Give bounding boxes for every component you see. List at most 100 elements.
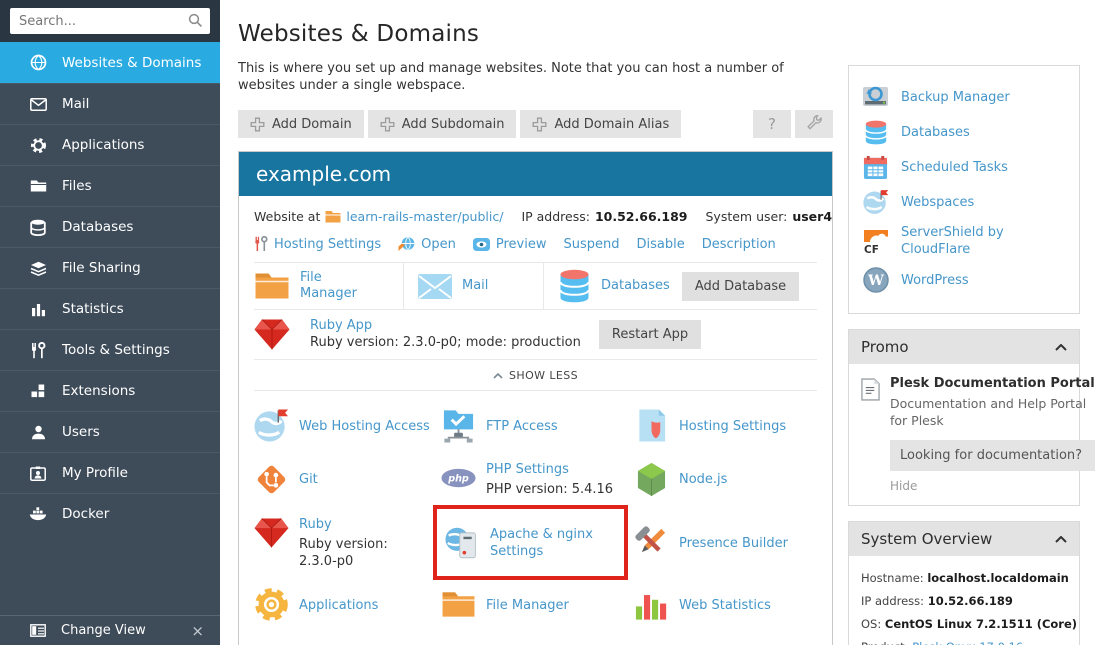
tool-file-manager[interactable]: File Manager — [441, 587, 634, 622]
suspend-label: Suspend — [564, 237, 620, 252]
tool-ftp-access[interactable]: FTP Access — [441, 408, 634, 443]
sidebar-item-files[interactable]: Files — [0, 165, 220, 206]
preview-link[interactable]: Preview — [473, 237, 547, 252]
promo-header[interactable]: Promo — [849, 330, 1079, 364]
tool-label: Web Hosting Access — [299, 418, 430, 435]
change-view-icon — [27, 624, 49, 637]
databases-cell: Databases Add Database — [544, 263, 817, 309]
apache-nginx-icon — [445, 525, 480, 560]
shortcut-servershield-cloudflare[interactable]: CF ServerShield by CloudFlare — [862, 224, 1066, 258]
add-subdomain-label: Add Subdomain — [402, 117, 505, 132]
sidebar-item-applications[interactable]: Applications — [0, 124, 220, 165]
id-badge-icon — [27, 466, 49, 481]
tool-git[interactable]: Git — [254, 460, 441, 498]
chevron-up-icon — [1055, 536, 1067, 543]
sidebar-item-extensions[interactable]: Extensions — [0, 370, 220, 411]
sidebar-item-websites-domains[interactable]: Websites & Domains — [0, 42, 220, 83]
file-manager-cell[interactable]: File Manager — [254, 263, 404, 309]
sidebar-item-databases[interactable]: Databases — [0, 206, 220, 247]
sidebar-item-docker[interactable]: Docker — [0, 493, 220, 534]
ip-segment: IP address: 10.52.66.189 — [521, 209, 687, 224]
show-less-toggle[interactable]: SHOW LESS — [254, 360, 817, 391]
web-statistics-icon — [634, 587, 669, 622]
system-overview-header[interactable]: System Overview — [849, 522, 1079, 556]
tool-applications[interactable]: Applications — [254, 587, 441, 622]
tool-hosting-settings[interactable]: Hosting Settings — [634, 408, 817, 443]
add-domain-button[interactable]: Add Domain — [238, 110, 364, 138]
change-view-label: Change View — [61, 623, 146, 638]
shortcut-databases[interactable]: Databases — [862, 119, 1066, 145]
ruby-app-subtitle: Ruby version: 2.3.0-p0; mode: production — [310, 335, 581, 350]
promo-hide-link[interactable]: Hide — [890, 479, 1095, 493]
settings-wrench-button[interactable] — [795, 110, 833, 138]
shortcut-scheduled-tasks[interactable]: Scheduled Tasks — [862, 154, 1066, 180]
sidebar-item-statistics[interactable]: Statistics — [0, 288, 220, 329]
hosting-settings-link[interactable]: Hosting Settings — [254, 236, 381, 252]
plus-icon — [532, 117, 547, 132]
tool-label: File Manager — [486, 597, 569, 614]
system-overview-title: System Overview — [861, 530, 992, 548]
toolbar-right: ? — [753, 110, 833, 138]
tool-label: Applications — [299, 597, 378, 614]
suspend-link[interactable]: Suspend — [564, 237, 620, 252]
sidebar-item-file-sharing[interactable]: File Sharing — [0, 247, 220, 288]
ruby-app-link[interactable]: Ruby App — [310, 318, 372, 333]
mail-cell[interactable]: Mail — [404, 263, 544, 309]
product-version-link[interactable]: Plesk Onyx 17.0.16 — [912, 640, 1023, 645]
tool-label: Web Statistics — [679, 597, 771, 614]
mail-icon — [27, 98, 49, 111]
restart-app-button[interactable]: Restart App — [599, 320, 701, 349]
hostname-value: localhost.localdomain — [927, 571, 1069, 585]
search-icon[interactable] — [188, 13, 203, 32]
tool-presence-builder[interactable]: Presence Builder — [634, 515, 817, 570]
shortcut-wordpress[interactable]: W WordPress — [862, 267, 1066, 293]
ftp-access-icon — [441, 408, 476, 443]
description-link[interactable]: Description — [702, 237, 776, 252]
presence-builder-icon — [634, 525, 669, 560]
tool-web-hosting-access[interactable]: Web Hosting Access — [254, 408, 441, 443]
tool-php-settings[interactable]: php PHP Settings PHP version: 5.4.16 — [441, 460, 634, 498]
sidebar-item-label: Files — [62, 178, 92, 194]
tools-icon — [27, 342, 49, 359]
disable-link[interactable]: Disable — [637, 237, 685, 252]
tool-label: Node.js — [679, 471, 727, 488]
system-user-label: System user: — [706, 209, 788, 224]
sidebar-item-label: Statistics — [62, 301, 124, 317]
close-icon[interactable]: × — [187, 622, 208, 640]
search-input[interactable] — [10, 8, 210, 34]
domain-card-body: Website at learn-rails-master/public/ IP… — [239, 196, 832, 645]
mail-blue-icon — [418, 274, 452, 299]
change-view-bar[interactable]: Change View × — [0, 615, 220, 645]
quick-access-row: File Manager Mail Databases Add Database — [254, 262, 817, 310]
open-link[interactable]: Open — [398, 236, 456, 252]
shortcut-webspaces[interactable]: Webspaces — [862, 189, 1066, 215]
system-user-segment: System user: user4 — [706, 209, 833, 224]
add-domain-alias-button[interactable]: Add Domain Alias — [520, 110, 681, 138]
help-button[interactable]: ? — [753, 110, 791, 138]
document-icon — [861, 378, 880, 493]
chevron-up-icon — [493, 373, 503, 379]
applications-gear-icon — [254, 587, 289, 622]
sidebar-item-my-profile[interactable]: My Profile — [0, 452, 220, 493]
databases-label[interactable]: Databases — [601, 278, 670, 294]
sidebar-item-tools-settings[interactable]: Tools & Settings — [0, 329, 220, 370]
sidebar-item-mail[interactable]: Mail — [0, 83, 220, 124]
hosting-settings-label: Hosting Settings — [274, 237, 381, 252]
tool-nodejs[interactable]: Node.js — [634, 460, 817, 498]
search-box — [10, 8, 210, 34]
tool-ruby[interactable]: Ruby Ruby version: 2.3.0-p0 — [254, 515, 441, 570]
tool-apache-nginx-settings[interactable]: Apache & nginx Settings — [433, 505, 628, 580]
svg-text:W: W — [867, 273, 884, 289]
website-path-link[interactable]: learn-rails-master/public/ — [346, 209, 503, 224]
tool-web-statistics[interactable]: Web Statistics — [634, 587, 817, 622]
promo-docs-button[interactable]: Looking for documentation? — [890, 440, 1095, 471]
os-label: OS: — [861, 617, 881, 631]
shortcut-backup-manager[interactable]: Backup Manager — [862, 84, 1066, 110]
sidebar-item-users[interactable]: Users — [0, 411, 220, 452]
add-database-button[interactable]: Add Database — [682, 272, 799, 301]
promo-item-title[interactable]: Plesk Documentation Portal — [890, 376, 1095, 391]
domain-card-header: example.com — [239, 152, 832, 196]
hosting-settings-icon — [634, 408, 669, 443]
help-icon: ? — [768, 115, 776, 133]
add-subdomain-button[interactable]: Add Subdomain — [368, 110, 517, 138]
